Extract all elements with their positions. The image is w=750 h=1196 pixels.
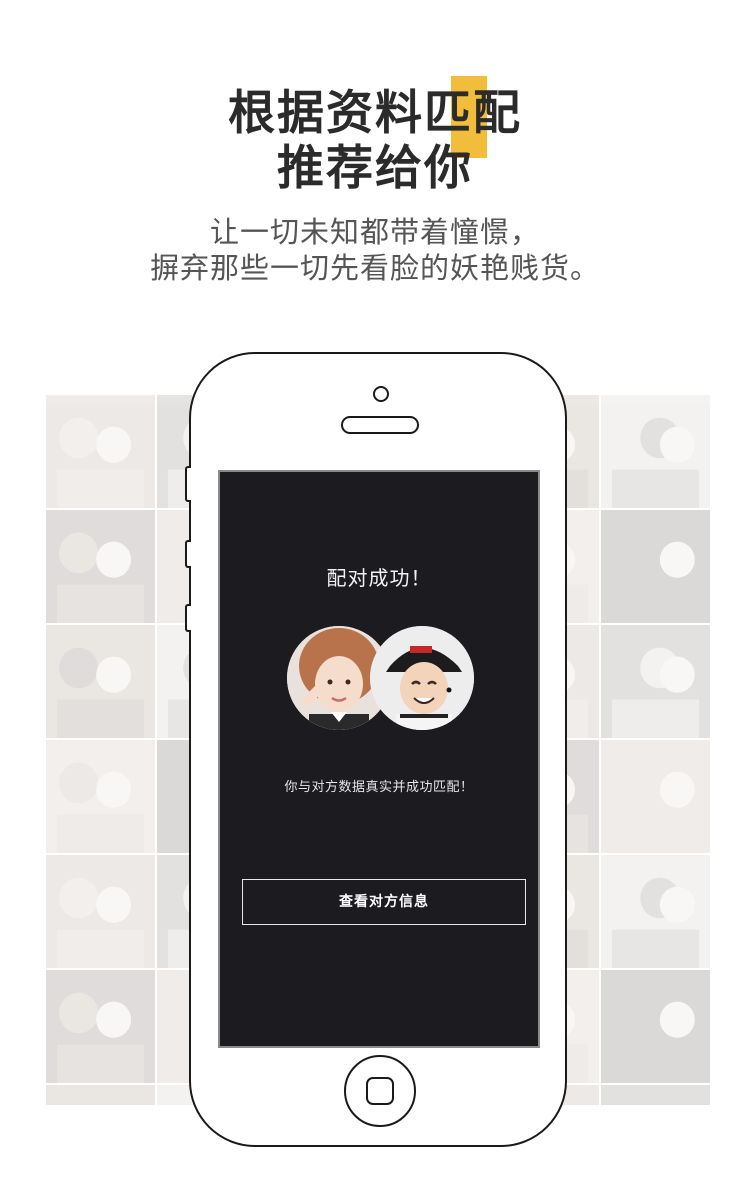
home-square-icon	[366, 1077, 394, 1105]
photo-wall-tile	[46, 855, 155, 968]
photo-wall-tile	[46, 1085, 155, 1105]
view-profile-button[interactable]: 查看对方信息	[242, 879, 526, 925]
phone-volume-down	[185, 604, 191, 632]
photo-wall-tile	[601, 740, 710, 853]
photo-wall-tile	[601, 855, 710, 968]
promo-page: 根据资料匹配 推荐给你 让一切未知都带着憧憬， 摒弃那些一切先看脸的妖艳贱货。 …	[0, 0, 750, 1196]
phone-mockup: 配对成功！ 你与对方数据真实并成功匹配！ 查看对方信息	[185, 352, 567, 1147]
phone-screen: 配对成功！ 你与对方数据真实并成功匹配！ 查看对方信息	[218, 470, 540, 1048]
photo-wall-tile	[46, 970, 155, 1083]
match-success-title: 配对成功！	[326, 566, 432, 590]
camera-icon	[373, 386, 389, 402]
phone-volume-up	[185, 540, 191, 568]
match-description: 你与对方数据真实并成功匹配！	[284, 780, 474, 795]
speaker-icon	[341, 416, 419, 434]
subtitle-line-2: 摒弃那些一切先看脸的妖艳贱货。	[149, 251, 600, 285]
phone-mute-switch	[185, 466, 191, 502]
subtitle-line-1: 让一切未知都带着憧憬，	[209, 215, 540, 249]
photo-wall-tile	[46, 625, 155, 738]
photo-wall-tile	[601, 510, 710, 623]
photo-wall-tile	[46, 510, 155, 623]
photo-wall-tile	[601, 1085, 710, 1105]
photo-wall-tile	[601, 395, 710, 508]
home-button-icon[interactable]	[344, 1055, 416, 1127]
avatar-male[interactable]	[370, 626, 474, 730]
photo-wall-tile	[46, 395, 155, 508]
photo-wall-tile	[601, 625, 710, 738]
headline: 根据资料匹配 推荐给你	[0, 86, 750, 196]
subtitle: 让一切未知都带着憧憬， 摒弃那些一切先看脸的妖艳贱货。	[0, 214, 750, 286]
photo-wall-tile	[601, 970, 710, 1083]
headline-line-2: 推荐给你	[277, 141, 473, 196]
headline-line-1: 根据资料匹配	[228, 86, 522, 141]
photo-wall-tile	[46, 740, 155, 853]
